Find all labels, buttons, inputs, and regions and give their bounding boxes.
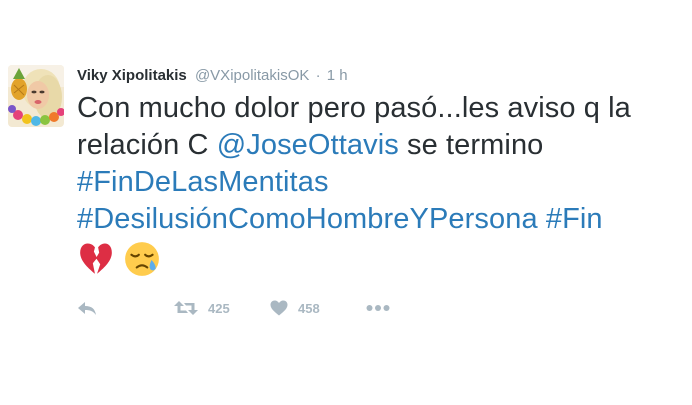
- author-username[interactable]: @VXipolitakisOK: [195, 67, 309, 84]
- hashtag-link[interactable]: #Fin: [546, 203, 603, 235]
- emoji-row: [77, 240, 165, 280]
- tweet-text-segment: se termino: [398, 129, 544, 161]
- reply-button[interactable]: [77, 294, 97, 322]
- reply-icon: [78, 302, 96, 315]
- like-count: 458: [298, 300, 320, 316]
- tweet-text-line-1: Con mucho dolor pero pasó...les aviso q …: [77, 92, 631, 124]
- avatar[interactable]: [8, 65, 64, 127]
- retweet-icon: [174, 301, 198, 315]
- hashtag-link[interactable]: #FinDeLasMentitas: [77, 166, 329, 198]
- more-icon: [366, 305, 390, 311]
- header-separator: ·: [315, 67, 321, 84]
- like-button[interactable]: 458: [270, 294, 320, 322]
- tweet-timestamp[interactable]: 1 h: [327, 67, 348, 84]
- author-fullname[interactable]: Viky Xipolitakis: [77, 67, 187, 84]
- tweet-text-space: [538, 203, 546, 235]
- avatar-image: [8, 65, 64, 127]
- mention-link[interactable]: @JoseOttavis: [217, 129, 399, 161]
- broken-heart-emoji: [80, 243, 112, 274]
- tweet-text-segment: relación C: [77, 129, 217, 161]
- tweet-header: Viky Xipolitakis @VXipolitakisOK · 1 h: [77, 66, 348, 88]
- hashtag-link[interactable]: #DesilusiónComoHombreYPersona: [77, 203, 538, 235]
- retweet-button[interactable]: 425: [174, 294, 230, 322]
- retweet-count: 425: [208, 300, 230, 316]
- more-button[interactable]: [366, 294, 390, 322]
- tweet-text: Con mucho dolor pero pasó...les aviso q …: [77, 90, 677, 238]
- heart-icon: [270, 300, 288, 316]
- tweet: Viky Xipolitakis @VXipolitakisOK · 1 h C…: [0, 0, 692, 405]
- tweet-text-line-4: #DesilusiónComoHombreYPersona #Fin: [77, 201, 677, 238]
- tweet-text-line-3: #FinDeLasMentitas: [77, 164, 677, 201]
- tweet-text-line-2: relación C @JoseOttavis se termino: [77, 127, 677, 164]
- sad-relieved-face-emoji: [125, 242, 160, 276]
